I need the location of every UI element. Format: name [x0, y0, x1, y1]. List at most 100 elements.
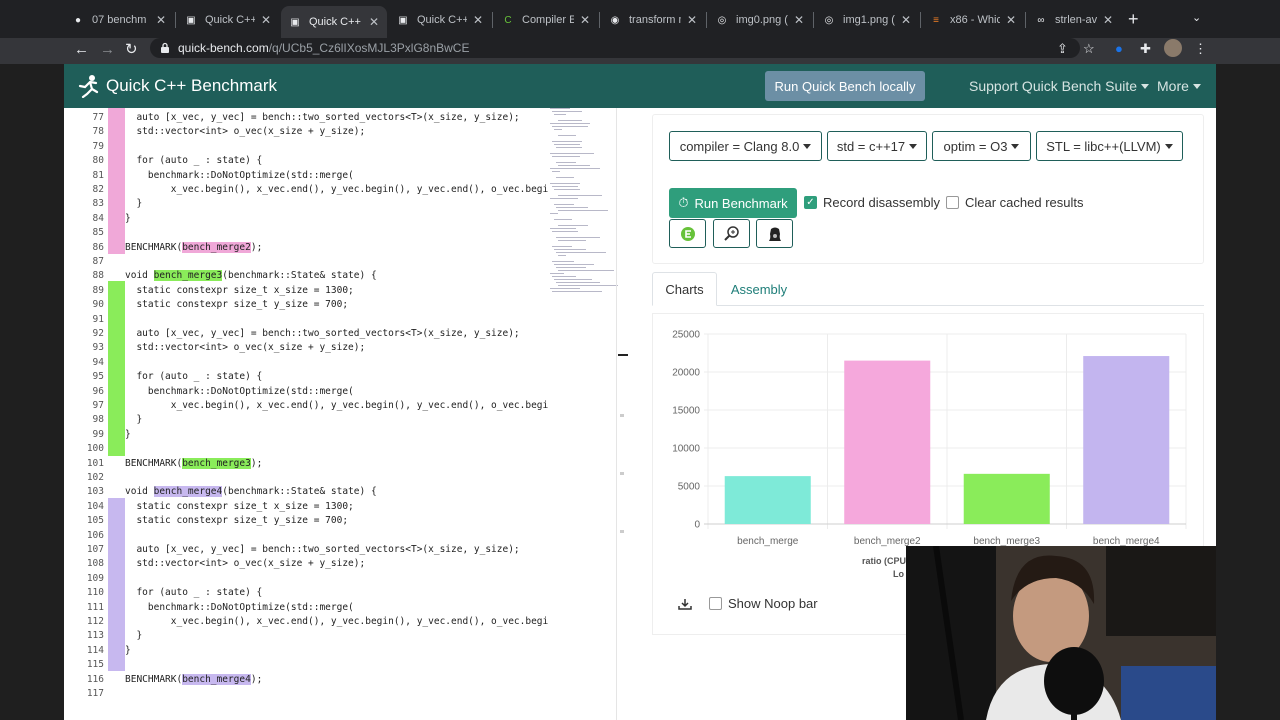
reload-icon[interactable]: ↻ — [125, 41, 138, 59]
compiler-select[interactable]: compiler = Clang 8.0 — [669, 131, 822, 161]
browser-tab[interactable]: CCompiler Ex✕ — [494, 8, 598, 32]
browser-menu-kebab-icon[interactable]: ⋮ — [1194, 41, 1207, 57]
code-line[interactable]: 92 auto [x_vec, y_vec] = bench::two_sort… — [64, 327, 618, 341]
code-editor[interactable]: 77 auto [x_vec, y_vec] = bench::two_sort… — [64, 108, 618, 720]
code-line[interactable]: 87 — [64, 255, 618, 269]
code-line[interactable]: 113 } — [64, 629, 618, 643]
code-line[interactable]: 102 — [64, 471, 618, 485]
browser-tab[interactable]: ◉transform m✕ — [601, 8, 705, 32]
code-line[interactable]: 99} — [64, 428, 618, 442]
code-line[interactable]: 109 — [64, 572, 618, 586]
quick-bench-search-button[interactable] — [713, 219, 750, 248]
tab-search-chevron-icon[interactable]: ⌄ — [1192, 11, 1201, 24]
close-tab-icon[interactable]: ✕ — [580, 13, 590, 27]
show-noop-checkbox[interactable] — [709, 597, 722, 610]
close-tab-icon[interactable]: ✕ — [473, 13, 483, 27]
splitter-handle[interactable] — [618, 354, 628, 356]
browser-tab[interactable]: ● 07 benchm ✕ — [64, 8, 174, 32]
close-tab-icon[interactable]: ✕ — [261, 13, 271, 27]
brand-title[interactable]: Quick C++ Benchmark — [106, 76, 277, 96]
code-line[interactable]: 91 — [64, 313, 618, 327]
code-line[interactable]: 88 void bench_merge3(benchmark::State& st… — [64, 269, 618, 283]
bookmark-star-icon[interactable]: ☆ — [1083, 41, 1095, 57]
browser-tab[interactable]: ▣ Quick C++ ✕ — [177, 8, 279, 32]
clear-cached-checkbox[interactable] — [946, 196, 959, 209]
share-icon[interactable]: ⇪ — [1057, 41, 1068, 57]
code-line[interactable]: 78 std::vector<int> o_vec(x_size + y_siz… — [64, 125, 618, 139]
record-disassembly-checkbox[interactable]: ✓ — [804, 196, 817, 209]
code-line[interactable]: 117 — [64, 687, 618, 701]
code-line[interactable]: 86 BENCHMARK(bench_merge2); — [64, 241, 618, 255]
code-line[interactable]: 112 x_vec.begin(), x_vec.end(), y_vec.be… — [64, 615, 618, 629]
code-line[interactable]: 97 x_vec.begin(), x_vec.end(), y_vec.beg… — [64, 399, 618, 413]
support-menu[interactable]: Support Quick Bench Suite — [969, 78, 1150, 94]
code-line[interactable]: 77 auto [x_vec, y_vec] = bench::two_sort… — [64, 111, 618, 125]
code-line[interactable]: 83 } — [64, 197, 618, 211]
optim-select[interactable]: optim = O3 — [932, 131, 1031, 161]
clear-cached-label[interactable]: Clear cached results — [965, 195, 1084, 210]
code-line[interactable]: 115 — [64, 658, 618, 672]
code-line[interactable]: 111 benchmark::DoNotOptimize(std::merge( — [64, 601, 618, 615]
extension-circle-icon[interactable]: ● — [1115, 41, 1123, 56]
code-line[interactable]: 114} — [64, 644, 618, 658]
stl-select[interactable]: STL = libc++(LLVM) — [1036, 131, 1183, 161]
new-tab-plus-icon[interactable]: + — [1128, 10, 1139, 28]
code-line[interactable]: 96 benchmark::DoNotOptimize(std::merge( — [64, 385, 618, 399]
code-line[interactable]: 103 void bench_merge4(benchmark::State& s… — [64, 485, 618, 499]
close-tab-icon[interactable]: ✕ — [1006, 13, 1016, 27]
browser-tab[interactable]: ▣ Quick C++ ✕ — [389, 8, 491, 32]
close-tab-icon[interactable]: ✕ — [1103, 13, 1113, 27]
code-line[interactable]: 89 static constexpr size_t x_size = 1300… — [64, 284, 618, 298]
code-minimap[interactable] — [550, 108, 618, 308]
std-select[interactable]: std = c++17 — [827, 131, 927, 161]
tab-assembly[interactable]: Assembly — [719, 272, 799, 306]
code-line[interactable]: 84} — [64, 212, 618, 226]
close-tab-icon[interactable]: ✕ — [156, 13, 166, 27]
run-benchmark-button[interactable]: ⏱ Run Benchmark — [669, 188, 797, 218]
browser-tab[interactable]: ≡ x86 - Whic ✕ — [922, 8, 1024, 32]
code-line[interactable]: 93 std::vector<int> o_vec(x_size + y_siz… — [64, 341, 618, 355]
close-tab-icon[interactable]: ✕ — [901, 13, 911, 27]
code-line[interactable]: 105 static constexpr size_t y_size = 700… — [64, 514, 618, 528]
code-line[interactable]: 95 for (auto _ : state) { — [64, 370, 618, 384]
url-text[interactable]: quick-bench.com/q/UCb5_Cz6lIXosMJL3PxlG8… — [178, 41, 469, 55]
close-tab-icon[interactable]: ✕ — [369, 15, 379, 29]
tab-charts[interactable]: Charts — [652, 272, 717, 306]
code-line[interactable]: 110 for (auto _ : state) { — [64, 586, 618, 600]
code-line[interactable]: 106 — [64, 529, 618, 543]
code-line[interactable]: 81 benchmark::DoNotOptimize(std::merge( — [64, 169, 618, 183]
browser-tab[interactable]: ◎img0.png (1✕ — [708, 8, 812, 32]
code-line[interactable]: 104 static constexpr size_t x_size = 130… — [64, 500, 618, 514]
code-line[interactable]: 94 — [64, 356, 618, 370]
record-disassembly-label[interactable]: Record disassembly — [823, 195, 940, 210]
forward-arrow-icon[interactable]: → — [100, 41, 115, 59]
more-menu-label: More — [1157, 78, 1189, 94]
download-icon[interactable] — [678, 598, 692, 610]
code-line[interactable]: 79 — [64, 140, 618, 154]
code-line[interactable]: 101 BENCHMARK(bench_merge3); — [64, 457, 618, 471]
profile-avatar[interactable] — [1164, 39, 1182, 57]
run-quick-bench-locally-button[interactable]: Run Quick Bench locally — [765, 71, 925, 101]
compiler-explorer-button[interactable] — [669, 219, 706, 248]
back-arrow-icon[interactable]: ← — [74, 41, 89, 59]
code-line[interactable]: 98 } — [64, 413, 618, 427]
code-line[interactable]: 80 for (auto _ : state) { — [64, 154, 618, 168]
browser-tab[interactable]: ∞strlen-avx2✕ — [1027, 8, 1121, 32]
editor-scrollbar[interactable] — [616, 108, 617, 720]
more-menu[interactable]: More — [1157, 78, 1201, 94]
close-tab-icon[interactable]: ✕ — [687, 13, 697, 27]
code-line[interactable]: 90 static constexpr size_t y_size = 700; — [64, 298, 618, 312]
build-bench-button[interactable] — [756, 219, 793, 248]
show-noop-label[interactable]: Show Noop bar — [728, 596, 818, 611]
code-line[interactable]: 85 — [64, 226, 618, 240]
close-tab-icon[interactable]: ✕ — [794, 13, 804, 27]
link-favicon-icon: ∞ — [1037, 14, 1045, 26]
code-line[interactable]: 100 — [64, 442, 618, 456]
browser-tab-active[interactable]: ▣ Quick C++ ✕ — [281, 6, 387, 38]
code-line[interactable]: 116 BENCHMARK(bench_merge4); — [64, 673, 618, 687]
code-line[interactable]: 107 auto [x_vec, y_vec] = bench::two_sor… — [64, 543, 618, 557]
code-line[interactable]: 82 x_vec.begin(), x_vec.end(), y_vec.beg… — [64, 183, 618, 197]
extensions-puzzle-icon[interactable]: ✚ — [1140, 41, 1151, 57]
browser-tab[interactable]: ◎img1.png (1✕ — [815, 8, 919, 32]
code-line[interactable]: 108 std::vector<int> o_vec(x_size + y_si… — [64, 557, 618, 571]
